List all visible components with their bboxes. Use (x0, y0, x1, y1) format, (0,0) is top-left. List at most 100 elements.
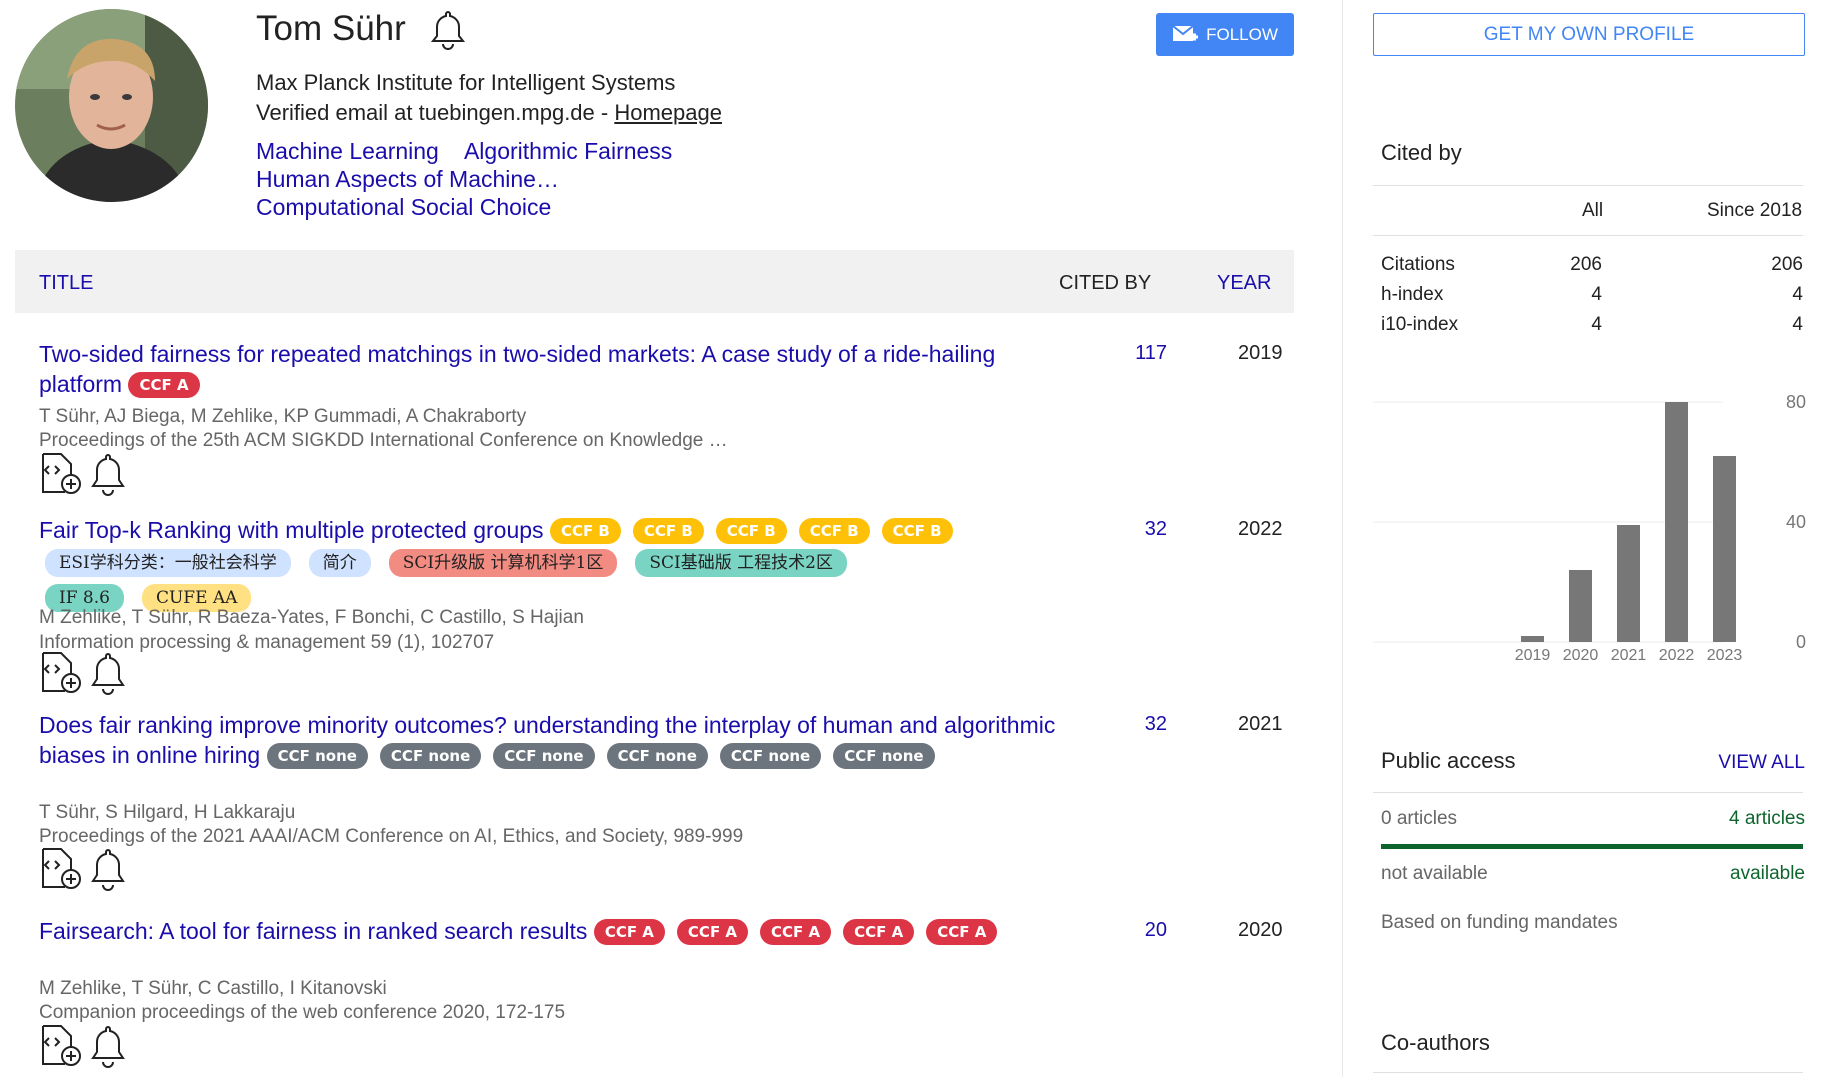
y-tick-label: 40 (1786, 512, 1806, 532)
email-text: Verified email at tuebingen.mpg.de - (256, 100, 615, 125)
alert-bell-icon[interactable] (89, 452, 127, 501)
stat-label[interactable]: h-index (1381, 284, 1443, 306)
interest-link[interactable]: Computational Social Choice (256, 194, 551, 220)
x-tick-label: 2020 (1563, 647, 1599, 660)
article-title[interactable]: Fairsearch: A tool for fairness in ranke… (39, 918, 587, 944)
ccf-tag: CCF B (881, 518, 953, 544)
publication-year: 2021 (1238, 713, 1283, 735)
sort-by-title[interactable]: TITLE (39, 272, 93, 295)
alert-bell-icon[interactable] (89, 651, 127, 700)
ccf-tag: CCF none (266, 743, 368, 769)
interest-link[interactable]: Human Aspects of Machine… (256, 166, 559, 192)
cited-by-heading: Cited by (1381, 140, 1462, 165)
ccf-tag: CCF none (493, 743, 595, 769)
unavailable-count[interactable]: 0 articles (1381, 808, 1457, 830)
alert-bell-icon[interactable] (89, 847, 127, 896)
follow-mail-icon (1172, 24, 1199, 41)
alert-bell-icon[interactable] (89, 1024, 127, 1073)
citation-bar[interactable] (1617, 525, 1640, 642)
verified-email: Verified email at tuebingen.mpg.de - Hom… (256, 100, 722, 126)
ccf-tag: CCF none (719, 743, 822, 769)
stat-since: 4 (1792, 314, 1803, 335)
x-tick-label: 2023 (1707, 647, 1743, 660)
stat-since: 206 (1771, 254, 1803, 275)
follow-label: FOLLOW (1206, 24, 1278, 44)
homepage-link[interactable]: Homepage (614, 100, 722, 125)
cite-code-icon[interactable] (39, 452, 83, 501)
article-authors: M Zehlike, T Sühr, R Baeza-Yates, F Bonc… (39, 607, 584, 628)
divider (1373, 235, 1803, 236)
article-venue: Proceedings of the 25th ACM SIGKDD Inter… (39, 430, 728, 451)
avatar (15, 9, 208, 202)
citation-bar[interactable] (1569, 570, 1592, 642)
get-own-profile-button[interactable]: GET MY OWN PROFILE (1373, 13, 1805, 56)
x-tick-label: 2019 (1515, 647, 1551, 660)
ccf-tag: CCF B (715, 518, 787, 544)
article-venue: Proceedings of the 2021 AAAI/ACM Confere… (39, 826, 744, 847)
article-authors: M Zehlike, T Sühr, C Castillo, I Kitanov… (39, 978, 387, 999)
x-tick-label: 2021 (1611, 647, 1647, 660)
cite-code-icon[interactable] (39, 847, 83, 896)
sort-by-cited[interactable]: CITED BY (1059, 272, 1151, 295)
ccf-tag: CCF A (760, 919, 832, 945)
sci-basic-pill: SCI基础版 工程技术2区 (635, 549, 847, 577)
ccf-tag: CCF none (606, 743, 708, 769)
cited-count[interactable]: 32 (1119, 713, 1167, 736)
view-all-link[interactable]: VIEW ALL (1718, 752, 1805, 774)
stat-all: 4 (1591, 314, 1602, 335)
article-authors: T Sühr, S Hilgard, H Lakkaraju (39, 802, 296, 823)
ccf-tag: CCF A (676, 919, 749, 945)
article-actions (39, 452, 127, 501)
x-tick-label: 2022 (1659, 647, 1695, 660)
ccf-tag: CCF B (798, 518, 870, 544)
cited-count[interactable]: 117 (1119, 342, 1167, 365)
main-content: Tom Sühr Max Planck Institute for Intell… (0, 0, 1340, 1077)
bell-icon[interactable] (428, 8, 468, 55)
citation-bar[interactable] (1713, 456, 1736, 642)
stat-label[interactable]: i10-index (1381, 314, 1458, 336)
publication-year: 2019 (1238, 342, 1283, 364)
public-access-bar-fill (1381, 844, 1803, 849)
esi-pill: ESI学科分类：一般社会科学 (45, 549, 291, 577)
publication-year: 2022 (1238, 518, 1283, 540)
intro-pill[interactable]: 简介 (308, 549, 371, 577)
sci-upgrade-pill: SCI升级版 计算机科学1区 (388, 549, 618, 577)
y-tick-label: 0 (1796, 632, 1806, 652)
citation-bar[interactable] (1521, 636, 1544, 642)
cite-code-icon[interactable] (39, 651, 83, 700)
col-since: Since 2018 (1707, 200, 1803, 221)
article-title[interactable]: Fair Top-k Ranking with multiple protect… (39, 517, 544, 543)
research-interests: Machine Learning Algorithmic Fairness Hu… (256, 137, 1016, 221)
cited-count[interactable]: 32 (1119, 518, 1167, 541)
stat-since: 4 (1792, 284, 1803, 305)
citations-bar-chart: 2019 2020 2021 2022 2023 80 40 0 (1373, 392, 1806, 660)
affiliation: Max Planck Institute for Intelligent Sys… (256, 70, 676, 95)
y-tick-label: 80 (1786, 392, 1806, 412)
public-access-heading: Public access (1381, 748, 1516, 773)
articles-table-header: TITLE CITED BY YEAR (15, 250, 1294, 313)
article-title-block: Fairsearch: A tool for fairness in ranke… (39, 916, 1069, 946)
interest-link[interactable]: Algorithmic Fairness (464, 138, 672, 164)
ccf-tag: CCF none (833, 743, 935, 769)
citation-bar[interactable] (1665, 402, 1688, 642)
ccf-tag: CCF B (549, 518, 621, 544)
article-actions (39, 1024, 127, 1073)
article-title-block: Two-sided fairness for repeated matching… (39, 339, 1069, 399)
sort-by-year[interactable]: YEAR (1217, 272, 1271, 295)
ccf-tag: CCF A (843, 919, 915, 945)
ccf-tag: CCF B (632, 518, 704, 544)
available-label: available (1730, 863, 1805, 884)
follow-button[interactable]: FOLLOW (1156, 13, 1294, 56)
available-count[interactable]: 4 articles (1729, 808, 1805, 830)
cite-code-icon[interactable] (39, 1024, 83, 1073)
interest-link[interactable]: Machine Learning (256, 138, 439, 164)
unavailable-label: not available (1381, 863, 1488, 884)
article-title-block: Does fair ranking improve minority outco… (39, 710, 1069, 770)
ccf-tag: CCF A (926, 919, 998, 945)
sidebar: GET MY OWN PROFILE Cited by All Since 20… (1342, 0, 1830, 1077)
coauthors-heading: Co-authors (1381, 1030, 1490, 1055)
col-all: All (1582, 200, 1604, 221)
funding-mandates-note: Based on funding mandates (1381, 912, 1618, 933)
stat-label[interactable]: Citations (1381, 254, 1455, 276)
cited-count[interactable]: 20 (1119, 919, 1167, 942)
